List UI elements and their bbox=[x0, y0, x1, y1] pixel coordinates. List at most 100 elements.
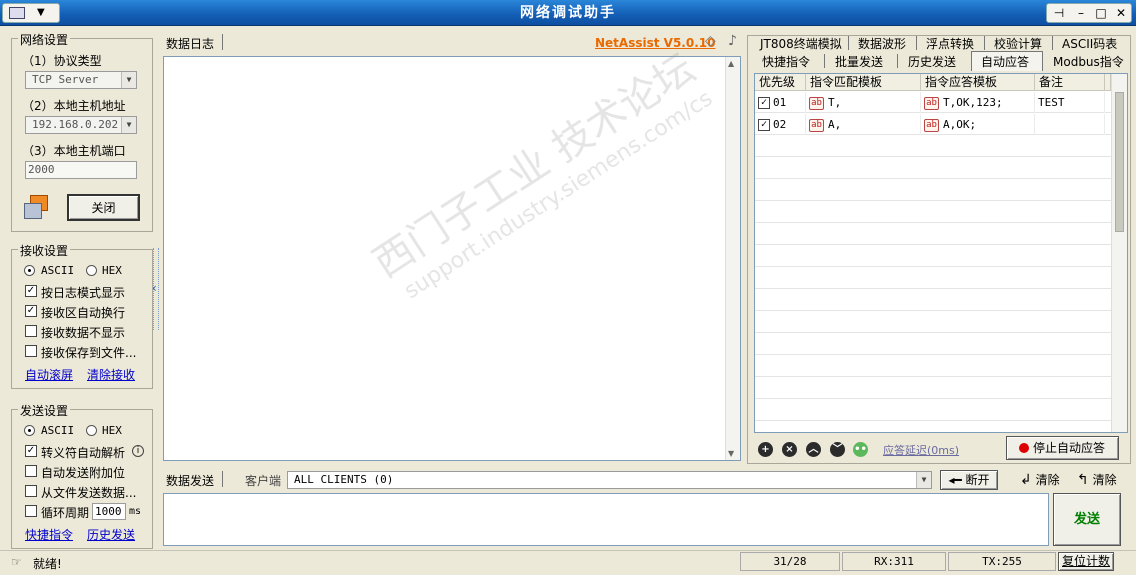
row-reply: ab A,OK; bbox=[921, 114, 1035, 135]
arrow-left-icon: ◂━ bbox=[948, 473, 962, 487]
send-button[interactable]: 发送 bbox=[1053, 493, 1121, 546]
tab-ascii-table[interactable]: ASCII码表 bbox=[1062, 35, 1117, 52]
log-scrollbar[interactable]: ▲ ▼ bbox=[725, 57, 740, 460]
stop-auto-reply-button[interactable]: 停止自动应答 bbox=[1006, 436, 1119, 460]
maximize-button[interactable]: □ bbox=[1091, 4, 1111, 22]
log-mode-label: 按日志模式显示 bbox=[41, 286, 126, 300]
broom-icon: ↲ bbox=[1020, 472, 1032, 488]
save-to-file-checkbox[interactable] bbox=[25, 345, 37, 357]
protocol-select[interactable]: TCP Server ▼ bbox=[25, 71, 137, 89]
cycle-send-checkbox[interactable] bbox=[25, 505, 37, 517]
client-select[interactable]: ALL CLIENTS (0) ▼ bbox=[287, 471, 932, 489]
send-input[interactable] bbox=[163, 493, 1049, 546]
close-window-button[interactable]: ✕ bbox=[1111, 4, 1131, 22]
status-count: 31/28 bbox=[740, 552, 840, 571]
row-enable-checkbox[interactable]: ✓ bbox=[758, 97, 770, 109]
scroll-down-icon[interactable]: ▼ bbox=[728, 449, 734, 458]
port-input[interactable]: 2000 bbox=[25, 161, 137, 179]
table-row[interactable]: ✓ 01 ab T, ab T,OK,123; TEST bbox=[755, 92, 1111, 113]
system-menu-button[interactable]: ▼ bbox=[2, 3, 60, 23]
auto-wrap-label: 接收区自动换行 bbox=[41, 306, 126, 320]
window-controls: ⊣ – □ ✕ bbox=[1046, 3, 1132, 23]
col-note[interactable]: 备注 bbox=[1035, 74, 1105, 91]
col-reply-template[interactable]: 指令应答模板 bbox=[921, 74, 1035, 91]
client-value: ALL CLIENTS (0) bbox=[294, 473, 394, 486]
send-from-file-label: 从文件发送数据... bbox=[41, 486, 137, 500]
quick-command-link[interactable]: 快捷指令 bbox=[25, 526, 73, 543]
priority-value: 01 bbox=[773, 96, 787, 109]
send-ascii-radio[interactable] bbox=[24, 425, 35, 436]
diamond-icon[interactable]: ◇ bbox=[705, 33, 716, 49]
hide-data-checkbox[interactable] bbox=[25, 325, 37, 337]
recv-hex-label: HEX bbox=[102, 264, 122, 277]
append-check-checkbox[interactable] bbox=[25, 465, 37, 477]
send-hex-radio[interactable] bbox=[86, 425, 97, 436]
tab-checksum[interactable]: 校验计算 bbox=[994, 35, 1042, 52]
col-match-template[interactable]: 指令匹配模板 bbox=[806, 74, 921, 91]
divider bbox=[222, 34, 223, 50]
match-value: A, bbox=[828, 118, 842, 131]
cycle-period-input[interactable]: 1000 bbox=[92, 503, 126, 520]
down-icon[interactable]: ﹀ bbox=[830, 442, 845, 457]
text-template-icon: ab bbox=[924, 118, 939, 132]
host-address-select[interactable]: 192.168.0.202 ▼ bbox=[25, 116, 137, 134]
row-enable-checkbox[interactable]: ✓ bbox=[758, 119, 770, 131]
table-row[interactable]: ✓ 02 ab A, ab A,OK; bbox=[755, 114, 1111, 135]
recv-ascii-radio[interactable] bbox=[24, 265, 35, 276]
col-priority[interactable]: 优先级 bbox=[755, 74, 806, 91]
tab-waveform[interactable]: 数据波形 bbox=[858, 35, 906, 52]
text-template-icon: ab bbox=[809, 96, 824, 110]
tab-auto-reply[interactable]: 自动应答 bbox=[971, 51, 1043, 71]
clear-receive-button[interactable]: ↲ 清除 bbox=[1020, 471, 1060, 488]
auto-wrap-checkbox[interactable]: ✓ bbox=[25, 305, 37, 317]
clear-send-button[interactable]: ↰ 清除 bbox=[1077, 471, 1117, 488]
send-settings-title: 发送设置 bbox=[18, 402, 71, 419]
scrollbar-thumb[interactable] bbox=[1115, 92, 1124, 232]
chat-icon[interactable]: •• bbox=[853, 442, 868, 457]
add-icon[interactable]: + bbox=[758, 442, 773, 457]
save-to-file-label: 接收保存到文件... bbox=[41, 346, 137, 360]
auto-scroll-link[interactable]: 自动滚屏 bbox=[25, 366, 73, 383]
bell-icon[interactable]: ♪ bbox=[728, 33, 737, 49]
auto-reply-table[interactable]: 优先级 指令匹配模板 指令应答模板 备注 ✓ 01 ab T, ab T,OK,123… bbox=[754, 73, 1128, 433]
tab-batch-send[interactable]: 批量发送 bbox=[835, 53, 883, 70]
tab-quick-commands[interactable]: 快捷指令 bbox=[762, 53, 810, 70]
reset-count-button[interactable]: 复位计数 bbox=[1058, 552, 1114, 571]
send-from-file-checkbox[interactable] bbox=[25, 485, 37, 497]
tab-auto-reply-label: 自动应答 bbox=[981, 55, 1030, 69]
delete-icon[interactable]: × bbox=[782, 442, 797, 457]
tab-history-send[interactable]: 历史发送 bbox=[908, 53, 956, 70]
cycle-label: 循环周期 bbox=[41, 506, 90, 520]
close-connection-button[interactable]: 关闭 bbox=[67, 194, 140, 221]
recv-hex-radio[interactable] bbox=[86, 265, 97, 276]
version-link[interactable]: NetAssist V5.0.10 bbox=[595, 36, 715, 50]
status-tx: TX:255 bbox=[948, 552, 1056, 571]
minimize-button[interactable]: – bbox=[1071, 4, 1091, 22]
info-icon[interactable]: i bbox=[132, 445, 144, 457]
recv-ascii-label: ASCII bbox=[41, 264, 75, 277]
text-template-icon: ab bbox=[924, 96, 939, 110]
scroll-up-icon[interactable]: ▲ bbox=[728, 59, 734, 68]
stop-dot-icon bbox=[1019, 443, 1029, 453]
clear-receive-label: 清除 bbox=[1035, 473, 1060, 487]
reply-delay-link[interactable]: 应答延迟(0ms) bbox=[883, 442, 959, 458]
escape-parse-checkbox[interactable]: ✓ bbox=[25, 445, 37, 457]
cycle-unit: ms bbox=[129, 506, 142, 517]
disconnect-button[interactable]: ◂━ 断开 bbox=[940, 470, 998, 490]
tab-modbus[interactable]: Modbus指令 bbox=[1053, 53, 1124, 70]
history-send-link[interactable]: 历史发送 bbox=[87, 526, 135, 543]
chevron-left-icon[interactable]: ‹ bbox=[152, 281, 157, 295]
log-mode-checkbox[interactable]: ✓ bbox=[25, 285, 37, 297]
table-scrollbar[interactable] bbox=[1111, 74, 1127, 432]
up-icon[interactable]: ︿ bbox=[806, 442, 821, 457]
send-hex-label: HEX bbox=[102, 424, 122, 437]
data-log-area[interactable]: ▲ ▼ bbox=[163, 56, 741, 461]
clear-receive-link[interactable]: 清除接收 bbox=[87, 366, 135, 383]
chevron-down-icon: ▼ bbox=[121, 72, 136, 88]
data-send-title: 数据发送 bbox=[166, 474, 215, 488]
row-priority: ✓ 02 bbox=[755, 114, 806, 135]
tab-float-convert[interactable]: 浮点转换 bbox=[926, 35, 974, 52]
pin-icon[interactable]: ⊣ bbox=[1049, 4, 1069, 22]
tab-jt808[interactable]: JT808终端模拟 bbox=[760, 35, 842, 52]
hide-data-label: 接收数据不显示 bbox=[41, 326, 126, 340]
